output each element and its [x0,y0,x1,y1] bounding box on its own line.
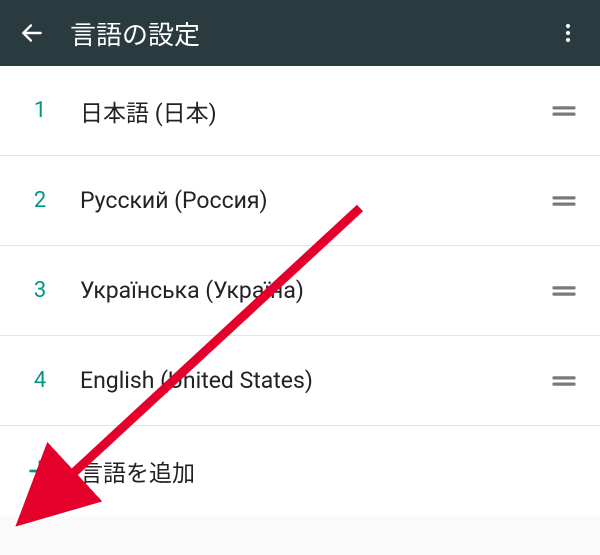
language-row[interactable]: 3 Українська (Україна) [0,246,600,336]
language-row[interactable]: 4 English (United States) [0,336,600,426]
language-index: 3 [0,278,80,303]
language-index: 1 [0,98,80,123]
add-button[interactable] [0,457,80,485]
back-button[interactable] [10,11,54,55]
language-label: 日本語 (日本) [80,94,536,128]
drag-handle-icon [549,276,579,306]
arrow-back-icon [19,20,45,46]
language-row[interactable]: 1 日本語 (日本) [0,66,600,156]
plus-icon [26,457,54,485]
language-list: 1 日本語 (日本) 2 Русский (Россия) 3 Українсь… [0,66,600,516]
drag-handle-icon [549,366,579,396]
overflow-menu-button[interactable] [546,11,590,55]
add-language-label: 言語を追加 [80,454,195,488]
language-row[interactable]: 2 Русский (Россия) [0,156,600,246]
drag-handle-icon [549,96,579,126]
drag-handle[interactable] [536,263,592,319]
add-language-row[interactable]: 言語を追加 [0,426,600,516]
language-index: 4 [0,368,80,393]
drag-handle-icon [549,186,579,216]
page-title: 言語の設定 [70,15,546,52]
language-label: Українська (Україна) [80,277,536,304]
drag-handle[interactable] [536,173,592,229]
language-label: English (United States) [80,367,536,394]
more-vert-icon [556,21,580,45]
language-index: 2 [0,188,80,213]
drag-handle[interactable] [536,83,592,139]
drag-handle[interactable] [536,353,592,409]
language-label: Русский (Россия) [80,187,536,214]
appbar: 言語の設定 [0,0,600,66]
